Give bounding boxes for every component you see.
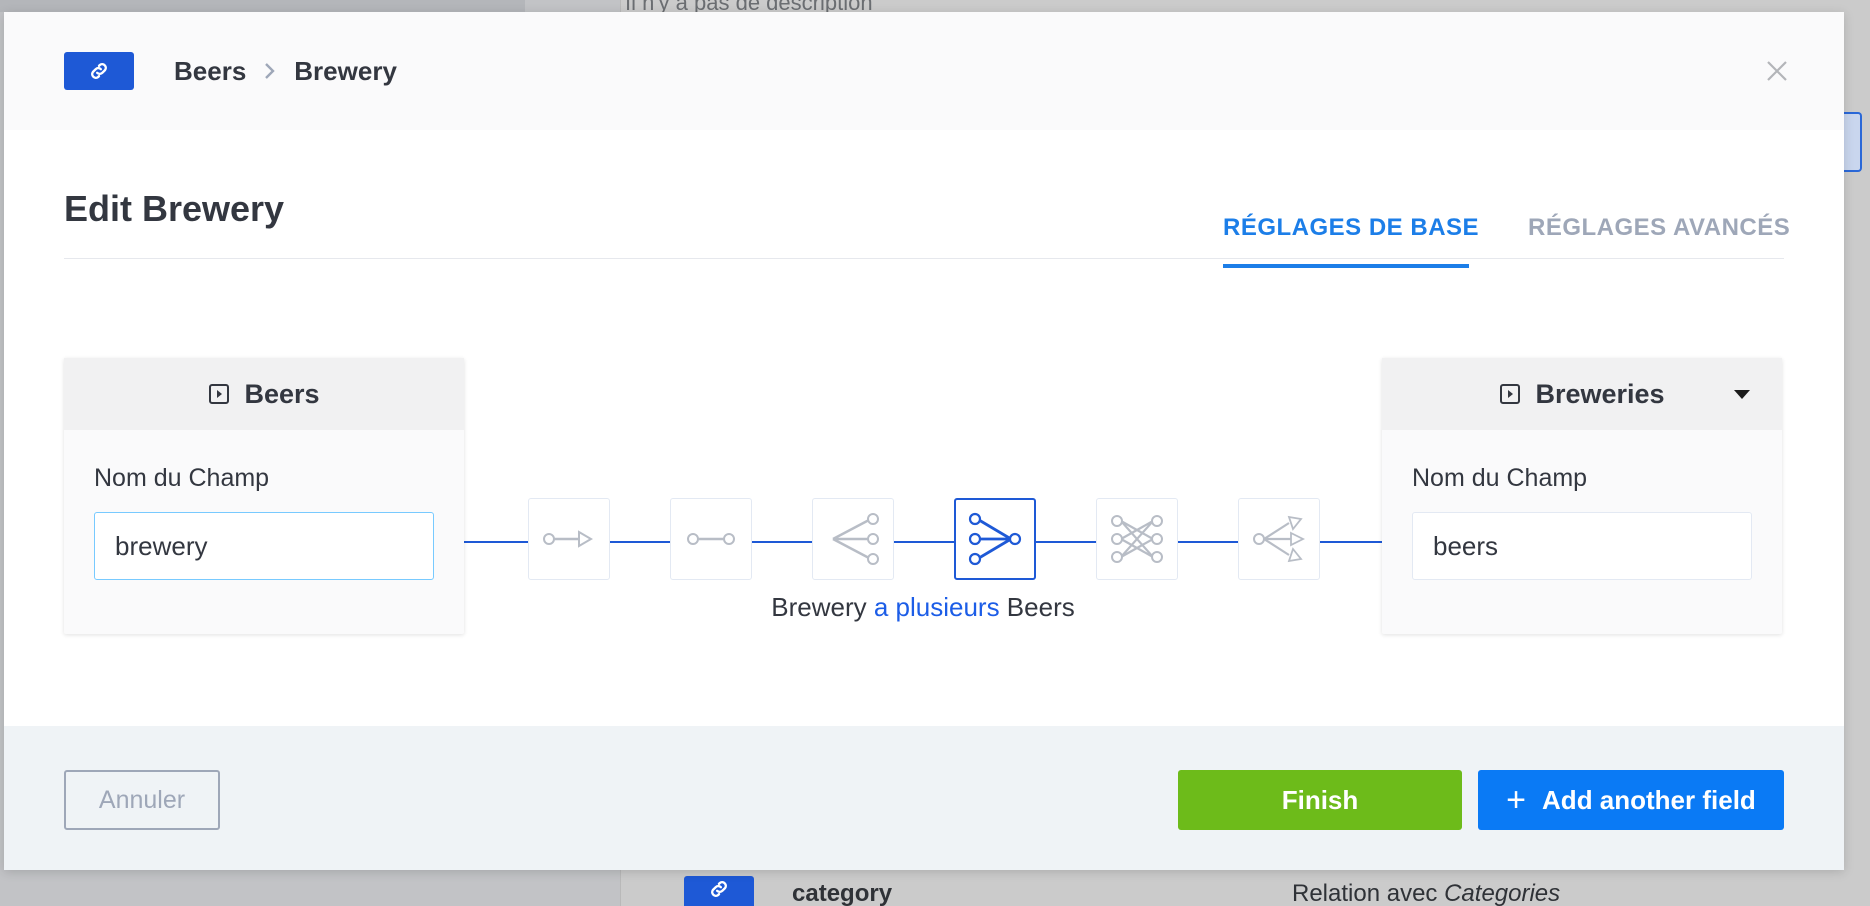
right-field-label: Nom du Champ <box>1412 464 1588 492</box>
one-to-many-relation-icon <box>832 513 879 565</box>
content-type-icon <box>208 383 230 405</box>
left-relation-box: Beers Nom du Champ <box>64 358 464 634</box>
chevron-right-icon <box>264 62 276 80</box>
cancel-button[interactable]: Annuler <box>64 770 220 830</box>
modal-footer: Annuler Finish + Add another field <box>4 726 1844 870</box>
left-model-header: Beers <box>64 358 464 430</box>
close-icon <box>1767 61 1787 81</box>
tab-basic-settings[interactable]: RÉGLAGES DE BASE <box>1223 214 1479 242</box>
tabs-divider <box>64 258 1784 259</box>
relation-one-way-button[interactable] <box>528 498 610 580</box>
plus-icon: + <box>1506 781 1527 819</box>
add-another-field-label: Add another field <box>1542 784 1756 815</box>
background-relation-icon <box>684 876 754 906</box>
close-button[interactable] <box>1762 56 1792 86</box>
relation-many-way-button[interactable] <box>1238 498 1320 580</box>
many-to-many-relation-icon <box>1111 515 1163 563</box>
background-row-relation: Relation avec Categories <box>1292 880 1561 906</box>
tab-advanced-settings[interactable]: RÉGLAGES AVANCÉS <box>1528 214 1790 242</box>
relation-one-to-one-button[interactable] <box>670 498 752 580</box>
many-to-one-relation-icon <box>968 512 1022 566</box>
one-way-relation-icon <box>543 530 593 548</box>
left-field-label: Nom du Champ <box>94 464 270 492</box>
right-model-name: Breweries <box>1535 378 1665 409</box>
left-field-name-input[interactable] <box>94 512 434 580</box>
content-type-icon <box>1499 383 1521 405</box>
relation-many-to-one-button[interactable] <box>954 498 1036 580</box>
right-model-header[interactable]: Breweries <box>1382 358 1782 430</box>
link-icon <box>64 52 134 90</box>
finish-button[interactable]: Finish <box>1178 770 1462 830</box>
edit-relation-modal: Beers Brewery Edit Brewery RÉGLAGES DE B… <box>4 12 1844 870</box>
settings-tabs: RÉGLAGES DE BASE RÉGLAGES AVANCÉS <box>4 202 1844 272</box>
breadcrumb: Beers Brewery <box>174 54 397 88</box>
background-edge-button <box>1842 112 1862 172</box>
breadcrumb-item-beers: Beers <box>174 55 247 86</box>
add-another-field-button[interactable]: + Add another field <box>1478 770 1784 830</box>
background-row-name: category <box>792 880 893 906</box>
relation-one-to-many-button[interactable] <box>812 498 894 580</box>
relation-description: Brewery a plusieurs Beers <box>771 592 1075 622</box>
caret-down-icon[interactable] <box>1734 390 1750 399</box>
right-field-name-input[interactable] <box>1412 512 1752 580</box>
one-to-one-relation-icon <box>687 533 735 545</box>
right-relation-box: Breweries Nom du Champ <box>1382 358 1782 634</box>
modal-header: Beers Brewery <box>4 12 1844 130</box>
many-way-relation-icon <box>1253 515 1306 563</box>
breadcrumb-item-brewery: Brewery <box>294 55 397 86</box>
relation-many-to-many-button[interactable] <box>1096 498 1178 580</box>
active-tab-indicator <box>1223 264 1469 268</box>
left-model-name: Beers <box>244 378 320 409</box>
